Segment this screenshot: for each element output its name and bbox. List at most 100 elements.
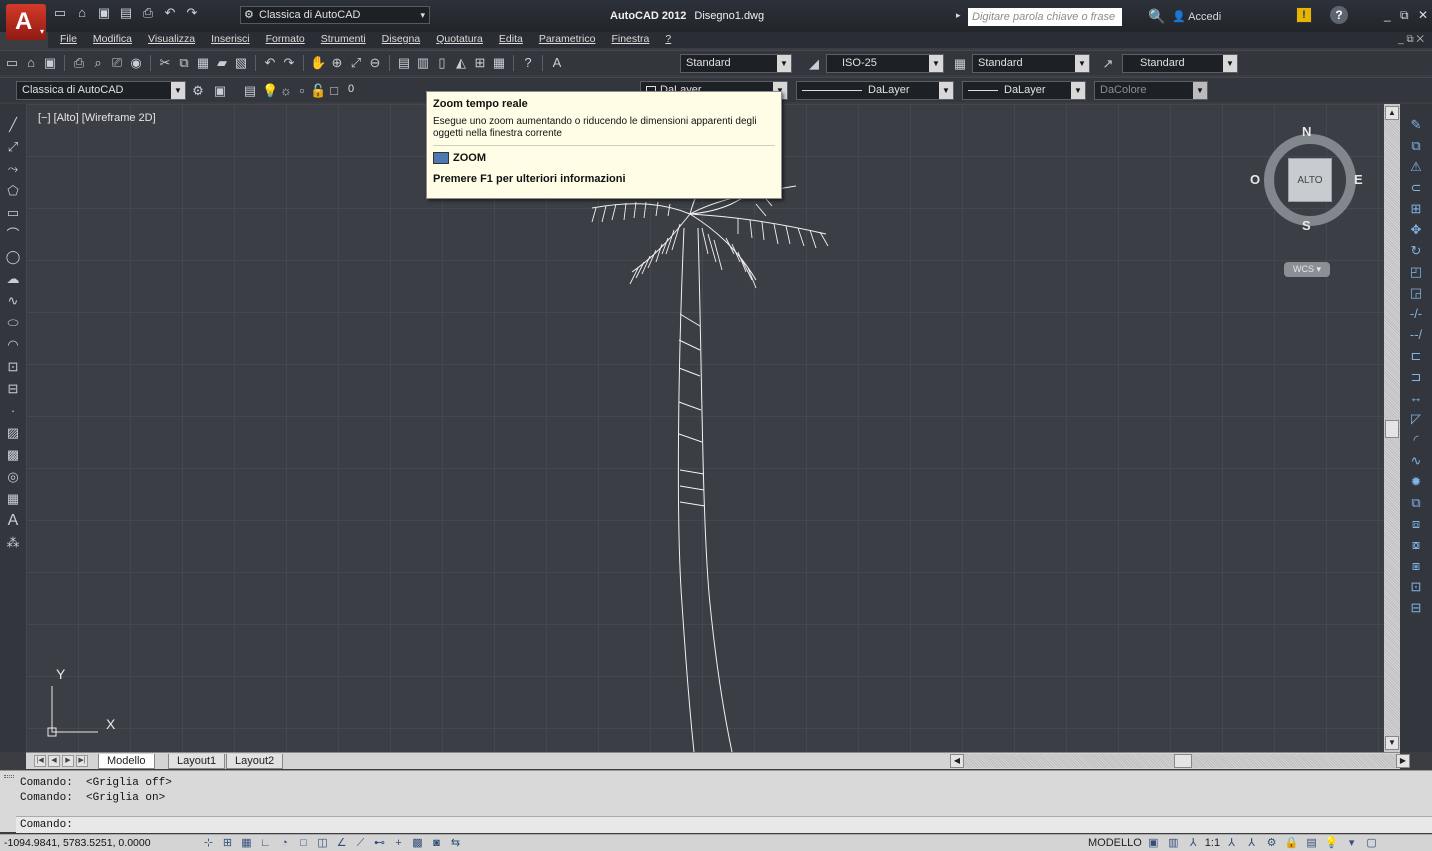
layer-freeze-icon[interactable]: ☼ [278, 83, 294, 98]
revcloud-icon[interactable]: ☁ [4, 270, 22, 288]
clean-screen-icon[interactable]: ▢ [1363, 836, 1380, 850]
annotation-scale-icon[interactable]: ⅄ [1185, 836, 1202, 850]
previous-tab-button[interactable]: ◀ [48, 755, 60, 767]
binoculars-icon[interactable]: 🔍 [1148, 8, 1165, 25]
copy-icon[interactable]: ⧉ [1407, 137, 1425, 155]
coordinate-readout[interactable]: -1094.9841, 5783.5251, 0.0000 [4, 837, 151, 849]
arc-icon[interactable]: ⌒ [4, 226, 22, 244]
signin-button[interactable]: 👤 Accedi [1172, 10, 1221, 23]
open-icon[interactable]: ⌂ [23, 55, 39, 71]
plot-icon[interactable]: ⎙ [140, 5, 156, 21]
model-space-toggle[interactable]: MODELLO [1088, 837, 1142, 849]
workspace-toolbar-select[interactable]: Classica di AutoCAD ▼ [16, 81, 186, 100]
scroll-up-button[interactable]: ▲ [1385, 106, 1399, 120]
mirror-icon[interactable]: ⚠ [1407, 158, 1425, 176]
snap-mode-icon[interactable]: ⊞ [219, 836, 236, 850]
application-menu-button[interactable]: A ▾ [6, 4, 46, 40]
isolate-objects-icon[interactable]: 💡 [1323, 836, 1340, 850]
workspace-switching-icon[interactable]: ⚙ [1263, 836, 1280, 850]
multileader-style-select[interactable]: Standard ▼ [1122, 54, 1238, 73]
lineweight-icon[interactable]: + [390, 836, 407, 850]
viewcube[interactable]: ALTO N S E O [1250, 124, 1363, 233]
paste-icon[interactable]: ▦ [195, 55, 211, 71]
save-icon[interactable]: ▣ [96, 5, 112, 21]
explode-icon[interactable]: ✹ [1407, 473, 1425, 491]
draworder-back-icon[interactable]: ⧈ [1407, 515, 1425, 533]
restore-icon[interactable]: ⧉ [1400, 8, 1409, 23]
save-icon[interactable]: ▣ [42, 55, 58, 71]
fillet-icon[interactable]: ◜ [1407, 431, 1425, 449]
lineweight-select[interactable]: DaLayer ▼ [962, 81, 1086, 100]
toolbar-lock-icon[interactable]: 🔒 [1283, 836, 1300, 850]
match-properties-icon[interactable]: ▰ [214, 55, 230, 71]
tab-layout2[interactable]: Layout2 [226, 754, 284, 769]
trim-icon[interactable]: -/- [1407, 305, 1425, 323]
table-style-icon[interactable]: ▦ [952, 56, 968, 72]
tab-modello[interactable]: Modello [98, 754, 155, 769]
mtext-icon[interactable]: A [4, 512, 22, 530]
break-point-icon[interactable]: ⊏ [1407, 347, 1425, 365]
layer-viewport-freeze-icon[interactable]: ▫ [294, 83, 310, 98]
design-center-palette-icon[interactable]: ▥ [415, 55, 431, 71]
extend-icon[interactable]: --/ [1407, 326, 1425, 344]
line-icon[interactable]: ╱ [4, 116, 22, 134]
menu-disegna[interactable]: Disegna [374, 32, 429, 48]
chamfer-icon[interactable]: ◸ [1407, 410, 1425, 428]
menu-file[interactable]: File [48, 32, 85, 48]
layer-on-icon[interactable]: 💡 [262, 83, 278, 99]
dynamic-input-icon[interactable]: ⊷ [371, 836, 388, 850]
new-icon[interactable]: ▭ [52, 5, 68, 21]
spline-icon[interactable]: ∿ [4, 292, 22, 310]
table-icon[interactable]: ▦ [4, 490, 22, 508]
text-style-select[interactable]: Standard ▼ [680, 54, 792, 73]
dimension-style-icon[interactable]: ◢ [806, 56, 822, 72]
object-snap-tracking-icon[interactable]: ∠ [333, 836, 350, 850]
design-center-icon[interactable]: ◉ [128, 55, 144, 71]
menu-inserisci[interactable]: Inserisci [203, 32, 258, 48]
command-window-grip[interactable] [4, 775, 14, 778]
drawing-area[interactable]: [−] [Alto] [Wireframe 2D] Y X [26, 104, 1384, 752]
quick-view-layouts-icon[interactable]: ▣ [1145, 836, 1162, 850]
search-input[interactable]: Digitare parola chiave o frase [968, 8, 1122, 26]
linetype-select[interactable]: DaLayer ▼ [796, 81, 954, 100]
annotation-visibility-icon[interactable]: ⅄ [1223, 836, 1240, 850]
auto-scale-icon[interactable]: ⅄ [1243, 836, 1260, 850]
object-snap-icon[interactable]: □ [295, 836, 312, 850]
calculator-icon[interactable]: ▦ [491, 55, 507, 71]
insert-block-icon[interactable]: ⊡ [4, 358, 22, 376]
compass-south[interactable]: S [1302, 218, 1311, 233]
scroll-down-button[interactable]: ▼ [1385, 736, 1399, 750]
erase-icon[interactable]: ✎ [1407, 116, 1425, 134]
next-tab-button[interactable]: ▶ [62, 755, 74, 767]
workspace-settings-icon[interactable]: ⚙ [190, 83, 206, 99]
hardware-acceleration-icon[interactable]: ▤ [1303, 836, 1320, 850]
close-icon[interactable]: ✕ [1418, 8, 1428, 22]
plotstyle-select[interactable]: DaColore ▼ [1094, 81, 1208, 100]
sheet-set-icon[interactable]: ◭ [453, 55, 469, 71]
scroll-right-button[interactable]: ▶ [1396, 754, 1410, 768]
horizontal-scroll-thumb[interactable] [1174, 754, 1192, 768]
infer-constraints-icon[interactable]: ⊹ [200, 836, 217, 850]
grid-display-icon[interactable]: ▦ [238, 836, 255, 850]
help-icon[interactable]: ? [520, 55, 536, 71]
workspace-select[interactable]: ⚙ Classica di AutoCAD ▾ [240, 6, 430, 24]
add-selected-icon[interactable]: ⁂ [4, 534, 22, 552]
point-icon[interactable]: · [4, 402, 22, 420]
block-editor-icon[interactable]: ▧ [233, 55, 249, 71]
plot-preview-icon[interactable]: ⌕ [90, 55, 106, 71]
ellipse-icon[interactable]: ⬭ [4, 314, 22, 332]
dynamic-ucs-icon[interactable]: ⟋ [352, 836, 369, 850]
circle-icon[interactable]: ◯ [4, 248, 22, 266]
help-icon[interactable]: ? [1330, 6, 1348, 24]
redo-icon[interactable]: ↷ [184, 5, 200, 21]
first-tab-button[interactable]: |◀ [34, 755, 46, 767]
search-expand-icon[interactable]: ▸ [956, 10, 961, 21]
saveas-icon[interactable]: ▤ [118, 5, 134, 21]
construction-line-icon[interactable]: ⤢ [4, 138, 22, 156]
offset-icon[interactable]: ⊂ [1407, 179, 1425, 197]
menu-finestra[interactable]: Finestra [603, 32, 657, 48]
multileader-style-icon[interactable]: ↗ [1100, 56, 1116, 72]
draworder-under-icon[interactable]: ⧆ [1407, 557, 1425, 575]
properties-icon[interactable]: ▤ [396, 55, 412, 71]
rectangle-icon[interactable]: ▭ [4, 204, 22, 222]
